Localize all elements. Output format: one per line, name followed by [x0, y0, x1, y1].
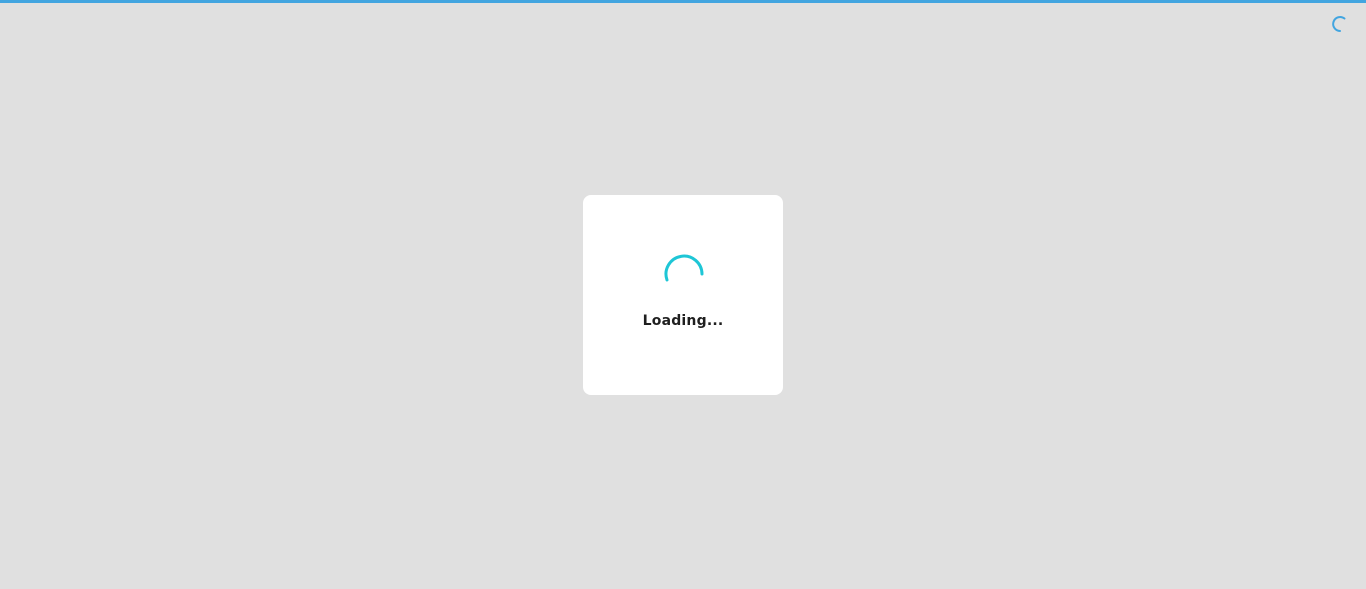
loading-spinner-icon	[664, 254, 704, 294]
loading-dialog: Loading...	[583, 195, 783, 395]
page-overlay: Loading...	[0, 0, 1366, 589]
loading-label: Loading...	[642, 313, 724, 329]
top-progress-bar	[0, 0, 1366, 3]
corner-spinner-icon	[1331, 15, 1349, 33]
top-progress-fill	[0, 0, 1366, 3]
